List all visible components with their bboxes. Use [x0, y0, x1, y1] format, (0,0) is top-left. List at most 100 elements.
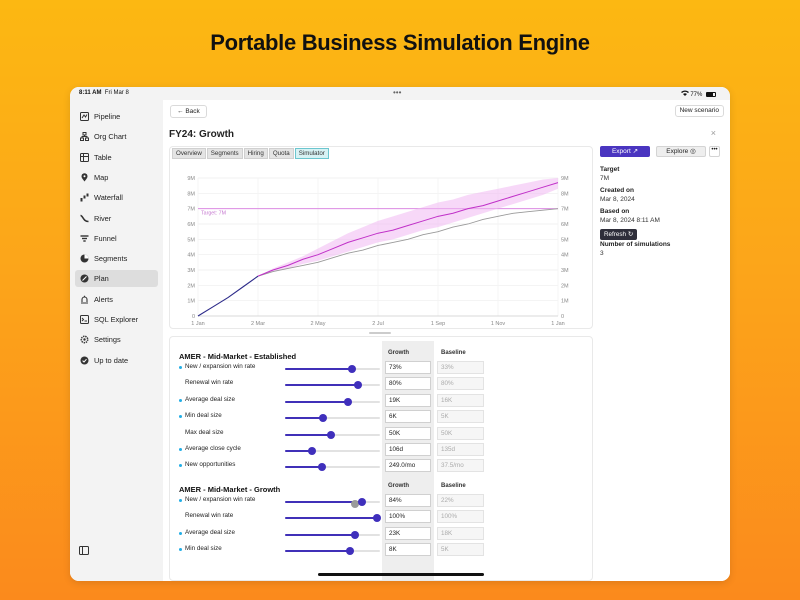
- slider-knob[interactable]: [357, 498, 366, 506]
- parameter-slider[interactable]: [285, 498, 380, 508]
- page-title: FY24: Growth: [169, 129, 235, 140]
- growth-value-input[interactable]: 84%: [385, 494, 431, 507]
- growth-value-input[interactable]: 19K: [385, 393, 431, 407]
- slider-knob[interactable]: [318, 463, 327, 472]
- explore-button[interactable]: Explore ◎: [656, 146, 706, 157]
- parameter-slider[interactable]: [285, 365, 380, 373]
- tab-overview[interactable]: Overview: [172, 148, 206, 159]
- sidebar-item-waterfall[interactable]: Waterfall: [75, 189, 158, 206]
- parameter-slider[interactable]: [285, 397, 380, 406]
- y-tick-label-left: 2M: [187, 283, 195, 289]
- parameter-row: Max deal size 50K 50K: [170, 426, 592, 441]
- slider-knob[interactable]: [373, 514, 382, 523]
- simulation-chart: 0 0 1M 1M 2M 2M 3M 3M 4M 4M 5M 5M 6M 6M 7M 7M 8M 8M 9M 9M 1 …: [187, 176, 569, 327]
- y-tick-label-right: 8M: [561, 191, 569, 197]
- sidebar-item-map[interactable]: Map: [75, 169, 158, 186]
- slider-knob[interactable]: [343, 397, 352, 406]
- parameter-label: Renewal win rate: [185, 379, 234, 387]
- slider-knob[interactable]: [354, 381, 363, 390]
- slider-knob[interactable]: [307, 447, 316, 455]
- parameter-row: New / expansion win rate 73% 33%: [170, 361, 592, 375]
- sidebar-item-river[interactable]: River: [75, 210, 158, 227]
- main-content: ← Back New scenario FY24: Growth × Overv…: [163, 100, 730, 581]
- external-link-icon: ↗: [632, 148, 639, 155]
- sidebar-item-label: Settings: [94, 335, 121, 345]
- sidebar-item-funnel[interactable]: Funnel: [75, 230, 158, 247]
- growth-value-input[interactable]: 8K: [385, 543, 431, 557]
- parameter-slider[interactable]: [285, 381, 380, 390]
- slider-knob[interactable]: [345, 547, 354, 556]
- parameter-row: Min deal size 8K 5K: [170, 543, 592, 557]
- sidebar-item-alerts[interactable]: Alerts: [75, 291, 158, 308]
- sidebar-item-up-to-date[interactable]: Up to date: [75, 352, 158, 369]
- y-tick-label-right: 0: [561, 314, 564, 320]
- sidebar: Pipeline Org Chart Table Map Waterfall River F…: [70, 100, 163, 581]
- growth-value-input[interactable]: 73%: [385, 361, 431, 374]
- modified-indicator-dot: [179, 398, 182, 402]
- growth-value-input[interactable]: 249.0/mo: [385, 459, 431, 473]
- multitask-dots[interactable]: •••: [393, 88, 401, 97]
- slider-knob[interactable]: [347, 365, 356, 373]
- parameter-slider[interactable]: [285, 547, 380, 556]
- slider-knob[interactable]: [319, 414, 327, 423]
- slider-knob[interactable]: [326, 430, 335, 439]
- sidebar-item-sql-explorer[interactable]: SQL Explorer: [75, 311, 158, 328]
- parameter-slider[interactable]: [285, 430, 380, 439]
- back-button[interactable]: ← Back: [170, 105, 207, 118]
- growth-value-input[interactable]: 106d: [385, 443, 431, 456]
- refresh-button[interactable]: Refresh ↻: [600, 229, 638, 240]
- y-tick-label-right: 2M: [561, 283, 569, 289]
- slider-fill: [285, 400, 348, 403]
- baseline-value-field: 37.5/mo: [437, 459, 484, 473]
- growth-value-input[interactable]: 23K: [385, 526, 431, 540]
- org-chart-icon: [80, 132, 89, 142]
- home-indicator[interactable]: [318, 573, 484, 576]
- y-tick-label-right: 1M: [561, 299, 569, 305]
- x-tick-label: 2 May: [311, 321, 326, 327]
- sidebar-item-label: Funnel: [94, 233, 117, 243]
- river-icon: [80, 214, 89, 223]
- table-icon: [80, 152, 89, 162]
- created-label: Created on: [600, 187, 634, 194]
- close-icon[interactable]: ×: [711, 128, 716, 138]
- tab-hiring[interactable]: Hiring: [243, 148, 268, 159]
- alerts-icon: [80, 295, 89, 304]
- sidebar-item-segments[interactable]: Segments: [75, 250, 158, 267]
- new-scenario-button[interactable]: New scenario: [674, 105, 724, 117]
- parameter-slider[interactable]: [285, 414, 380, 423]
- sidebar-item-settings[interactable]: Settings: [75, 331, 158, 348]
- parameter-slider[interactable]: [285, 530, 380, 539]
- sidebar-item-org-chart[interactable]: Org Chart: [75, 128, 158, 145]
- tab-segments[interactable]: Segments: [206, 148, 243, 159]
- sidebar-item-plan[interactable]: Plan: [75, 270, 158, 288]
- growth-value-input[interactable]: 6K: [385, 410, 431, 424]
- sidebar-item-label: Pipeline: [94, 112, 121, 121]
- tab-quota[interactable]: Quota: [268, 148, 294, 159]
- parameter-slider[interactable]: [285, 463, 380, 472]
- more-options-button[interactable]: •••: [709, 146, 720, 157]
- tablet-screen: 8:11 AM Fri Mar 8 ••• 77% Pipeline Org Ch…: [70, 87, 730, 581]
- growth-value-input[interactable]: 50K: [385, 426, 431, 440]
- plan-icon: [80, 274, 89, 283]
- waterfall-icon: [80, 193, 89, 202]
- sidebar-toggle-icon[interactable]: [79, 542, 89, 555]
- x-tick-label: 1 Sep: [431, 321, 445, 327]
- parameter-slider[interactable]: [285, 514, 382, 523]
- parameter-row: Min deal size 6K 5K: [170, 410, 592, 424]
- sidebar-item-table[interactable]: Table: [75, 149, 158, 166]
- slider-fill: [285, 517, 378, 520]
- export-button[interactable]: Export ↗: [600, 146, 650, 157]
- slider-knob[interactable]: [351, 530, 360, 539]
- parameter-slider[interactable]: [285, 447, 380, 455]
- parameter-label: Min deal size: [185, 545, 222, 553]
- resize-handle[interactable]: [369, 332, 391, 334]
- parameter-label: New / expansion win rate: [185, 496, 256, 503]
- growth-value-input[interactable]: 80%: [385, 377, 431, 391]
- modified-indicator-dot: [179, 366, 182, 369]
- tab-simulator[interactable]: Simulator: [294, 148, 329, 159]
- y-tick-label-left: 9M: [187, 176, 195, 182]
- slider-fill: [285, 384, 359, 387]
- sidebar-item-pipeline[interactable]: Pipeline: [75, 108, 158, 125]
- baseline-column-header: Baseline: [441, 483, 466, 489]
- growth-value-input[interactable]: 100%: [385, 510, 431, 524]
